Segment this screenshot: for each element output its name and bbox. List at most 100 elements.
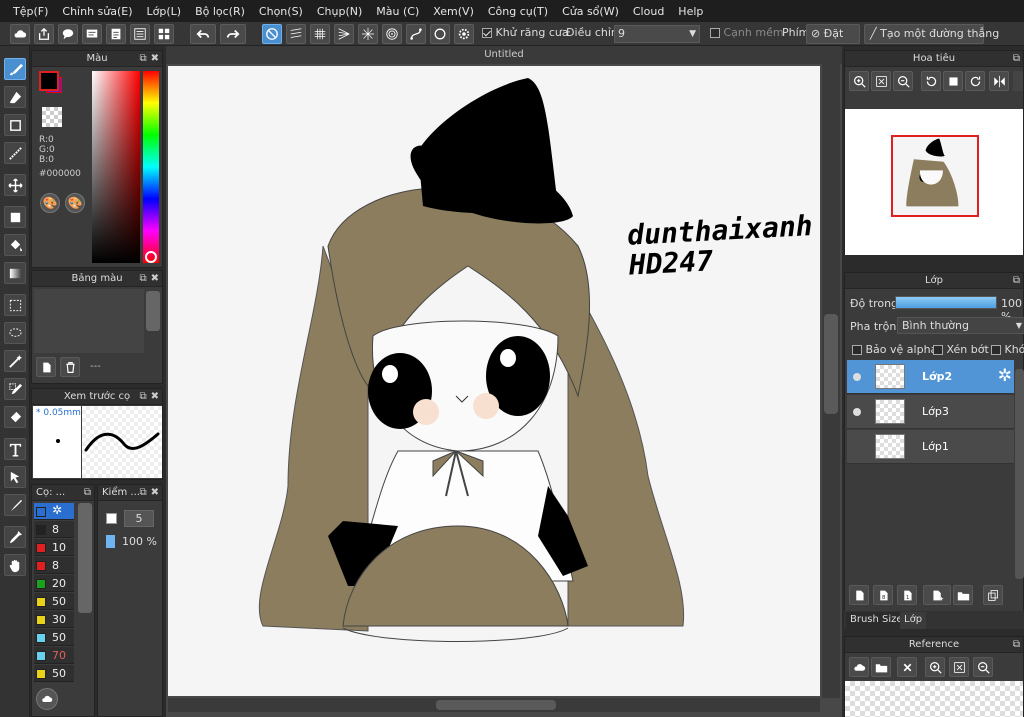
magic-wand-tool-icon[interactable] — [4, 350, 26, 372]
snap-settings-icon[interactable] — [454, 24, 474, 44]
menu-file[interactable]: Tệp(F) — [6, 5, 55, 18]
zoom-in-icon[interactable] — [849, 71, 869, 91]
bucket-tool-icon[interactable] — [4, 234, 26, 256]
cloud-upload-icon[interactable] — [849, 657, 869, 677]
flip-icon[interactable] — [989, 71, 1009, 91]
brush-item[interactable]: 50 — [34, 629, 74, 646]
radial-snap-icon[interactable] — [358, 24, 378, 44]
palette-area[interactable] — [34, 289, 144, 353]
select-eraser-tool-icon[interactable] — [4, 406, 26, 428]
hand-tool-icon[interactable] — [4, 554, 26, 576]
straight-line-button[interactable]: ╱ Tạo một đường thẳng — [864, 24, 999, 44]
clipping-toggle[interactable]: Xén bớt — [933, 343, 989, 356]
layer-row[interactable]: Lớp1 — [847, 430, 1014, 464]
undock-icon[interactable]: ⧉ — [139, 391, 146, 402]
undock-icon[interactable]: ⧉ — [1013, 53, 1020, 64]
brush-item[interactable]: 20 — [34, 575, 74, 592]
close-icon[interactable]: ✖ — [151, 391, 159, 402]
blend-mode-select[interactable]: Bình thường ▼ — [897, 317, 1024, 334]
add-layer-menu-icon[interactable] — [923, 585, 951, 605]
drawing-canvas[interactable]: dunthaixanh HD247 — [168, 66, 820, 696]
menu-color[interactable]: Màu (C) — [369, 5, 426, 18]
clipping-checkbox[interactable] — [933, 345, 943, 355]
navigator-preview[interactable] — [845, 109, 1023, 255]
concentric-snap-icon[interactable] — [382, 24, 402, 44]
protect-alpha-toggle[interactable]: Bảo vệ alpha — [852, 343, 937, 356]
menu-tools[interactable]: Công cụ(T) — [481, 5, 555, 18]
grid-snap-icon[interactable] — [310, 24, 330, 44]
canvas-vscroll-thumb[interactable] — [824, 314, 838, 414]
redo-icon[interactable] — [220, 24, 246, 44]
canvas-hscroll-track[interactable] — [168, 698, 820, 712]
transparent-color-swatch[interactable] — [42, 107, 62, 127]
reference-canvas[interactable] — [845, 681, 1023, 717]
close-icon[interactable]: ✖ — [151, 273, 159, 284]
brush-opacity-readout[interactable]: 100 % — [122, 535, 157, 548]
reference-zoom-in-icon[interactable] — [925, 657, 945, 677]
reference-fit-icon[interactable] — [949, 657, 969, 677]
menu-select[interactable]: Chọn(S) — [252, 5, 310, 18]
reset-button[interactable]: ⊘ Đặt lại — [806, 24, 860, 58]
brush-item[interactable]: 70 — [34, 647, 74, 664]
add-brush-icon[interactable] — [36, 688, 58, 710]
fill-rect-tool-icon[interactable] — [4, 206, 26, 228]
soft-edge-checkbox[interactable] — [710, 28, 720, 38]
menu-edit[interactable]: Chỉnh sửa(E) — [55, 5, 139, 18]
perspective-snap-icon[interactable] — [334, 24, 354, 44]
text-tool-icon[interactable] — [4, 438, 26, 460]
undock-icon[interactable]: ⧉ — [139, 53, 146, 64]
reset-view-icon[interactable] — [943, 71, 963, 91]
undock-icon[interactable]: ⧉ — [84, 487, 91, 498]
curve-snap-icon[interactable] — [406, 24, 426, 44]
menu-layer[interactable]: Lớp(L) — [140, 5, 189, 18]
cloud-icon[interactable] — [10, 24, 30, 44]
foreground-color-swatch[interactable] — [39, 71, 59, 91]
gradient-tool-icon[interactable] — [4, 262, 26, 284]
undock-icon[interactable]: ⧉ — [139, 273, 146, 284]
opacity-slider[interactable] — [895, 296, 997, 309]
smudge-tool-icon[interactable] — [4, 494, 26, 516]
operation-tool-icon[interactable] — [4, 466, 26, 488]
close-reference-icon[interactable] — [897, 657, 917, 677]
canvas-tab[interactable]: Untitled — [166, 46, 842, 64]
lock-checkbox[interactable] — [991, 345, 1001, 355]
menu-capture[interactable]: Chụp(N) — [310, 5, 369, 18]
navigator-scroll[interactable] — [1013, 71, 1023, 91]
new-page-icon[interactable] — [36, 357, 56, 377]
brush-item[interactable]: 50 — [34, 665, 74, 682]
brush-item[interactable]: 8 — [34, 557, 74, 574]
no-snap-icon[interactable] — [262, 24, 282, 44]
folder-icon[interactable] — [953, 585, 973, 605]
layer-row[interactable]: Lớp3 — [847, 395, 1014, 429]
close-icon[interactable]: ✖ — [151, 487, 159, 498]
canvas-vscroll-track[interactable] — [822, 64, 840, 698]
duplicate-layer-icon[interactable] — [983, 585, 1003, 605]
menu-view[interactable]: Xem(V) — [426, 5, 481, 18]
brush-tool-icon[interactable] — [4, 58, 26, 80]
document-icon[interactable] — [106, 24, 126, 44]
ellipse-snap-icon[interactable] — [430, 24, 450, 44]
hue-slider[interactable] — [143, 71, 159, 263]
undock-icon[interactable]: ⧉ — [1013, 275, 1020, 286]
move-tool-icon[interactable] — [4, 174, 26, 196]
eraser-tool-icon[interactable] — [4, 86, 26, 108]
close-icon[interactable]: ✖ — [151, 53, 159, 64]
menu-window[interactable]: Cửa sổ(W) — [555, 5, 626, 18]
hue-handle[interactable] — [145, 251, 157, 263]
trash-icon[interactable] — [60, 357, 80, 377]
undock-icon[interactable]: ⧉ — [1013, 639, 1020, 650]
tab-layer[interactable]: Lớp — [900, 612, 927, 629]
layer-list-scrollbar[interactable] — [1015, 369, 1024, 579]
select-pen-tool-icon[interactable] — [4, 378, 26, 400]
tab-brush-size[interactable]: Brush Size — [846, 612, 907, 629]
soft-edge-toggle[interactable]: Cạnh mềm — [710, 26, 784, 39]
gradient-brush-tool-icon[interactable] — [4, 142, 26, 164]
canvas-hscroll-thumb[interactable] — [436, 700, 556, 710]
rotate-right-icon[interactable] — [965, 71, 985, 91]
brush-item[interactable]: 8 — [34, 521, 74, 538]
navigator-viewport[interactable] — [891, 135, 979, 217]
layer-settings-gear-icon[interactable]: ✲ — [998, 366, 1012, 386]
protect-alpha-checkbox[interactable] — [852, 345, 862, 355]
layer-row[interactable]: Lớp2 ✲ — [847, 360, 1014, 394]
message-icon[interactable] — [82, 24, 102, 44]
